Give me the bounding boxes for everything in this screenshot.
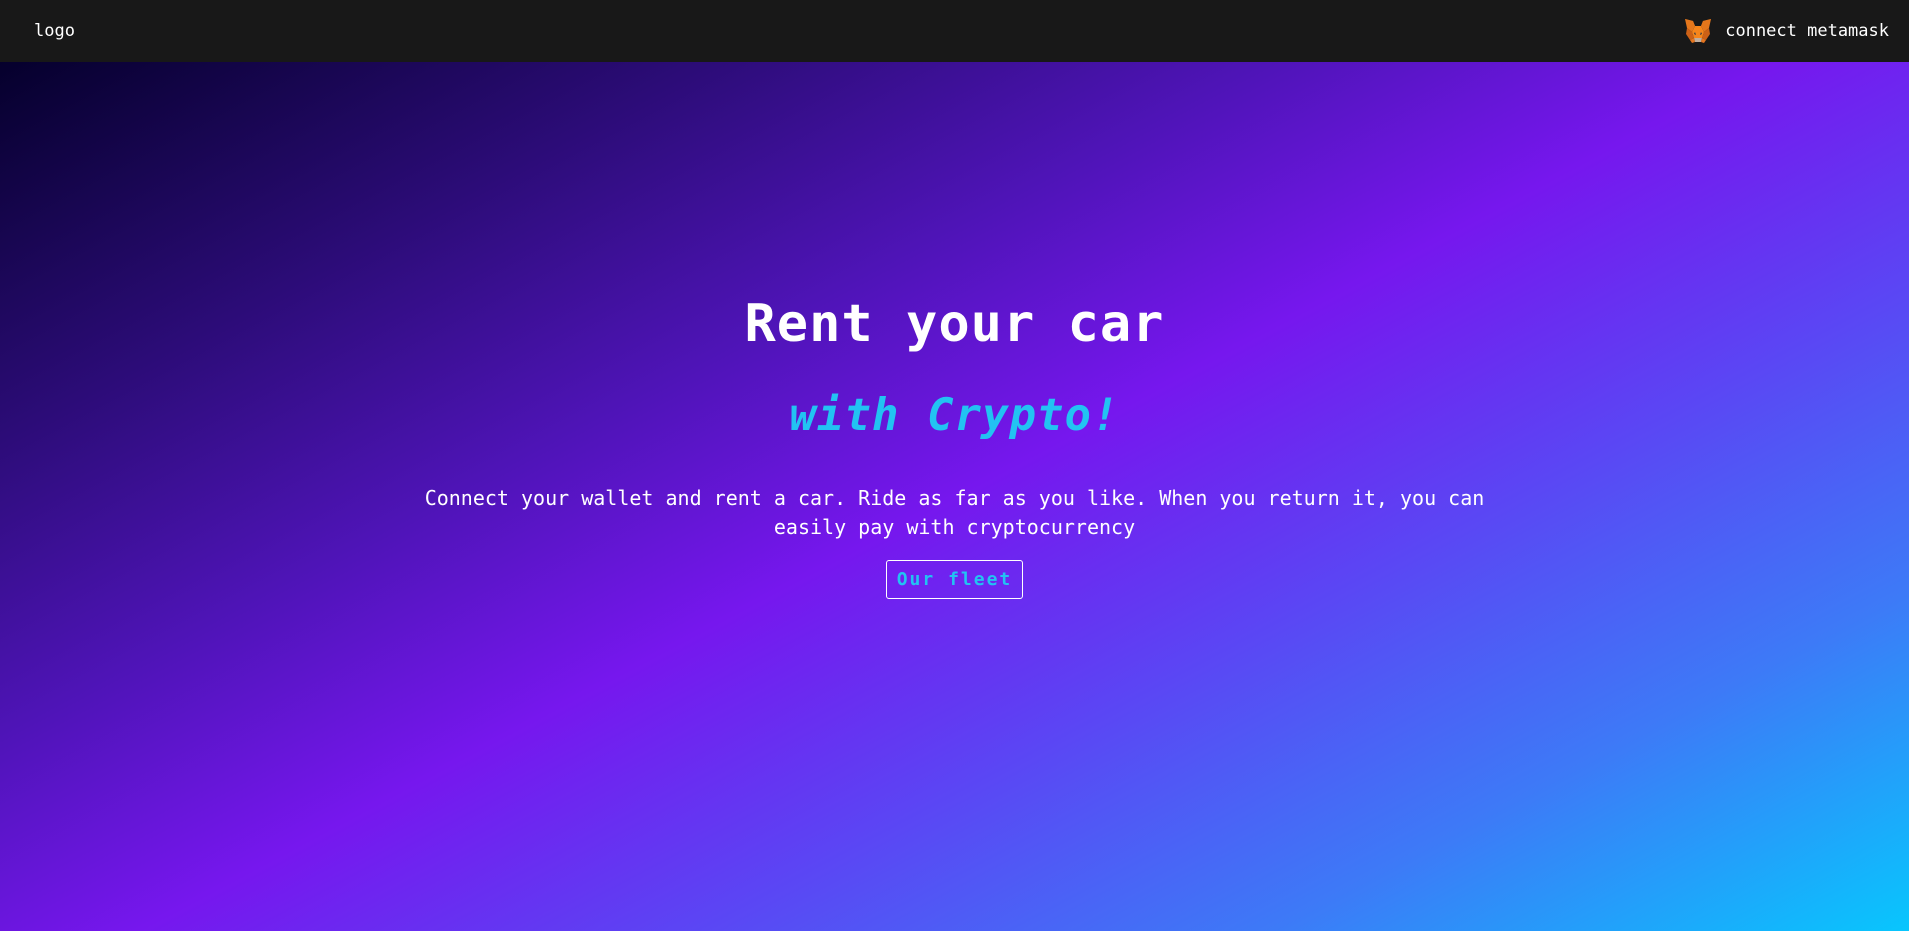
hero-description: Connect your wallet and rent a car. Ride… (424, 486, 1485, 539)
hero-section: Rent your car with Crypto! Connect your … (0, 62, 1909, 931)
hero-subtitle: with Crypto! (789, 390, 1120, 441)
hero-content: Rent your car with Crypto! Connect your … (0, 292, 1909, 599)
metamask-fox-icon (1683, 16, 1713, 46)
our-fleet-button[interactable]: Our fleet (885, 560, 1024, 599)
connect-metamask-button[interactable]: connect metamask (1683, 16, 1889, 46)
logo[interactable]: logo (34, 21, 75, 41)
hero-title: Rent your car (744, 294, 1165, 354)
connect-metamask-label: connect metamask (1725, 21, 1889, 41)
navbar: logo connect metamask (0, 0, 1909, 62)
